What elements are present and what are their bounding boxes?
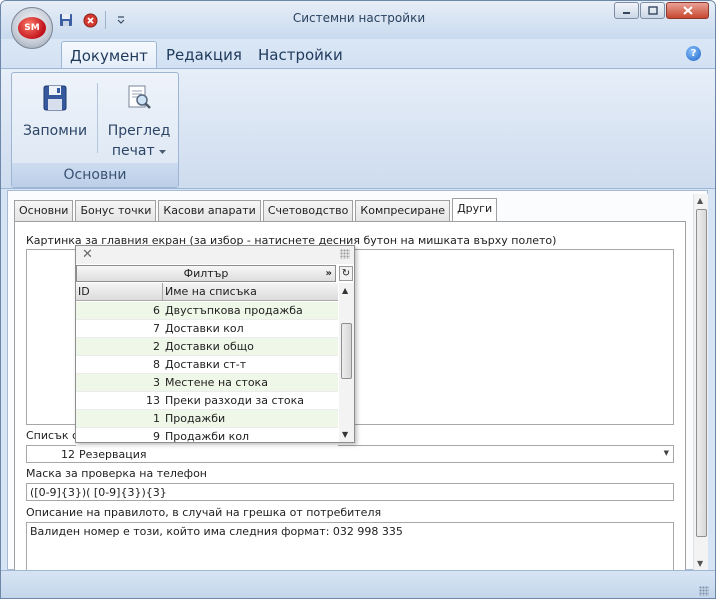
tab-compression[interactable]: Компресиране	[355, 200, 451, 222]
column-header-id[interactable]: ID	[78, 285, 90, 298]
chevron-double-down-icon[interactable]: »	[326, 266, 332, 281]
list-row[interactable]: 13 Преки разходи за стока	[76, 392, 338, 410]
tab-cash-registers[interactable]: Касови апарати	[158, 200, 261, 222]
settings-window: Системни настройки SM Документ Редакция …	[0, 0, 716, 599]
row-name: Доставки ст-т	[165, 358, 247, 371]
window-controls	[614, 2, 709, 19]
chevron-down-icon[interactable]: ▼	[664, 449, 669, 457]
list-dropdown-popup: ✕ Филтър » ↻ ID Име на списъка 6 Двустъпк…	[75, 245, 355, 446]
list-row[interactable]: 2 Доставки общо	[76, 338, 338, 356]
ribbon-divider	[97, 83, 98, 153]
row-name: Преки разходи за стока	[165, 394, 305, 407]
close-icon	[682, 6, 693, 15]
phone-mask-label: Маска за проверка на телефон	[26, 467, 207, 480]
row-id: 1	[153, 412, 160, 425]
filter-label: Филтър	[183, 267, 229, 280]
popup-header: ✕	[76, 246, 354, 264]
title-bar: Системни настройки	[1, 1, 715, 39]
tab-bonus-points[interactable]: Бонус точки	[75, 200, 157, 222]
save-button-label: Запомни	[22, 123, 88, 139]
main-scrollbar[interactable]: ▲ ▼	[693, 194, 708, 570]
app-logo: SM	[18, 17, 46, 39]
rule-description-value: Валиден номер е този, който има следния …	[30, 525, 403, 538]
scroll-down-icon[interactable]: ▼	[697, 559, 703, 568]
close-icon[interactable]: ✕	[82, 247, 93, 262]
refresh-icon: ↻	[341, 268, 351, 279]
settings-tab-strip: Основни Бонус точки Касови апарати Счето…	[14, 198, 499, 223]
column-divider	[162, 283, 163, 301]
window-title: Системни настройки	[292, 11, 426, 25]
rule-description-textarea[interactable]: Валиден номер е този, който има следния …	[26, 522, 674, 572]
rule-description-label: Описание на правилото, в случай на грешк…	[26, 506, 382, 519]
refresh-button[interactable]: ↻	[339, 266, 353, 281]
ribbon-tab-edit[interactable]: Редакция	[158, 41, 250, 69]
tab-basic[interactable]: Основни	[14, 200, 74, 222]
print-preview-icon	[128, 85, 151, 109]
resize-grip-icon[interactable]	[699, 586, 709, 596]
row-name: Доставки кол	[165, 322, 244, 335]
status-bar	[1, 570, 715, 598]
ribbon-group-main: Запомни Преглед печат Основни	[11, 72, 179, 188]
print-preview-label-2: печат	[111, 143, 155, 159]
maximize-button[interactable]	[640, 2, 665, 19]
row-id: 8	[153, 358, 160, 371]
row-id: 2	[153, 340, 160, 353]
list-row[interactable]: 3 Местене на стока	[76, 374, 338, 392]
scroll-up-icon[interactable]: ▲	[697, 196, 703, 205]
list-selected-value: Резервация	[79, 448, 147, 461]
ribbon-tab-strip: Документ Редакция Настройки ?	[1, 39, 715, 69]
row-id: 6	[153, 304, 160, 317]
scroll-up-icon[interactable]: ▲	[342, 286, 348, 295]
main-scrollbar-thumb[interactable]	[696, 209, 707, 537]
dropdown-arrow-icon	[159, 150, 167, 154]
print-preview-label-1: Преглед	[107, 123, 171, 139]
row-id: 9	[153, 430, 160, 443]
ribbon-tab-document[interactable]: Документ	[61, 41, 157, 69]
print-preview-button[interactable]: Преглед печат	[104, 79, 174, 161]
close-button[interactable]	[666, 2, 709, 19]
ribbon-group-title: Основни	[12, 163, 178, 187]
list-row[interactable]: 7 Доставки кол	[76, 320, 338, 338]
filter-bar[interactable]: Филтър »	[76, 265, 336, 282]
row-id: 7	[153, 322, 160, 335]
phone-mask-value: ([0-9]{3})( [0-9]{3}){3}	[30, 486, 167, 499]
grid-body: 6 Двустъпкова продажба 7 Доставки кол 2 Дос…	[76, 302, 338, 446]
maximize-icon	[647, 6, 658, 15]
phone-mask-input[interactable]: ([0-9]{3})( [0-9]{3}){3}	[26, 483, 674, 501]
row-name: Продажби	[165, 412, 226, 425]
list-row[interactable]: 8 Доставки ст-т	[76, 356, 338, 374]
column-header-name[interactable]: Име на списъка	[165, 285, 257, 298]
floppy-disk-icon	[43, 85, 67, 111]
grid-header: ID Име на списъка	[76, 283, 338, 301]
scroll-down-icon[interactable]: ▼	[342, 430, 348, 439]
row-name: Доставки общо	[165, 340, 254, 353]
popup-scrollbar-thumb[interactable]	[341, 323, 352, 379]
list-selected-id: 12	[61, 448, 75, 461]
ribbon-panel: Запомни Преглед печат Основни	[1, 68, 715, 189]
popup-scrollbar[interactable]: ▲ ▼	[339, 283, 354, 442]
tab-accounting[interactable]: Счетоводство	[262, 200, 354, 222]
tab-other[interactable]: Други	[452, 198, 498, 223]
list-row[interactable]: 1 Продажби	[76, 410, 338, 428]
ribbon-tab-settings[interactable]: Настройки	[250, 41, 351, 69]
minimize-icon	[623, 12, 630, 14]
list-row[interactable]: 6 Двустъпкова продажба	[76, 302, 338, 320]
help-icon[interactable]: ?	[686, 46, 701, 61]
list-combobox[interactable]: 12 Резервация ▼	[26, 445, 674, 463]
row-id: 13	[146, 394, 160, 407]
row-id: 3	[153, 376, 160, 389]
row-name: Двустъпкова продажба	[165, 304, 303, 317]
save-button[interactable]: Запомни	[22, 79, 88, 141]
row-name: Местене на стока	[165, 376, 268, 389]
minimize-button[interactable]	[614, 2, 639, 19]
list-row[interactable]: 9 Продажби кол	[76, 428, 338, 446]
row-name: Продажби кол	[165, 430, 250, 443]
application-menu-button[interactable]: SM	[11, 7, 53, 49]
drag-handle-icon[interactable]	[340, 249, 350, 259]
